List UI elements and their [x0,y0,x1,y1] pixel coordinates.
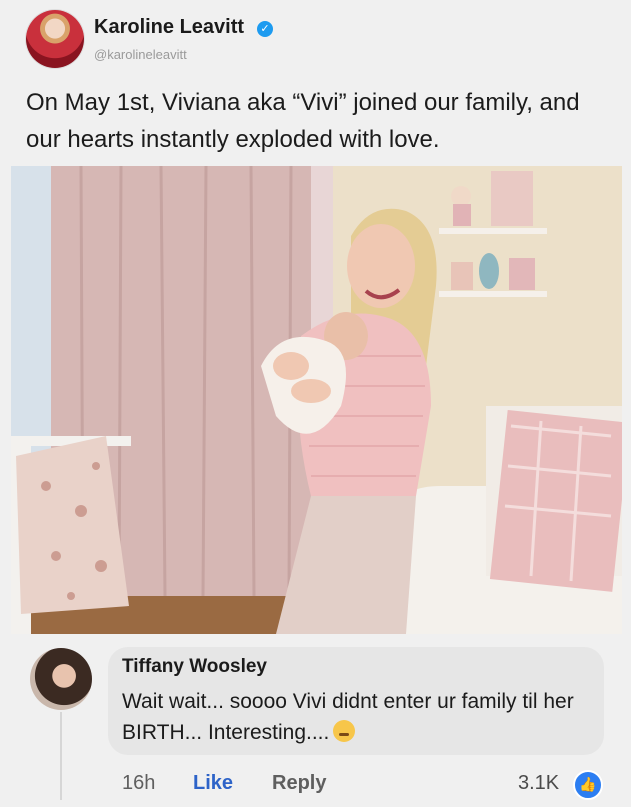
author-avatar[interactable] [26,10,84,68]
commenter-name[interactable]: Tiffany Woosley [122,656,267,678]
post-header: Karoline Leavitt ✓ @karolineleavitt [26,10,606,74]
author-handle[interactable]: @karolineleavitt [94,47,187,62]
comment-text: Wait wait... soooo Vivi didnt enter ur f… [122,686,592,748]
comment-timestamp[interactable]: 16h [122,772,155,795]
thread-line [60,712,62,800]
reaction-count[interactable]: 3.1K [518,772,559,795]
thinking-face-icon [333,720,356,742]
like-button[interactable]: Like [193,772,233,795]
author-name[interactable]: Karoline Leavitt [94,16,244,39]
verified-badge-icon: ✓ [257,21,273,37]
post-text: On May 1st, Viviana aka “Vivi” joined ou… [26,89,580,153]
post-photo[interactable] [11,166,622,634]
thumbs-up-reaction-icon[interactable]: 👍 [573,770,603,800]
commenter-avatar[interactable] [30,648,92,710]
reply-button[interactable]: Reply [272,772,326,795]
